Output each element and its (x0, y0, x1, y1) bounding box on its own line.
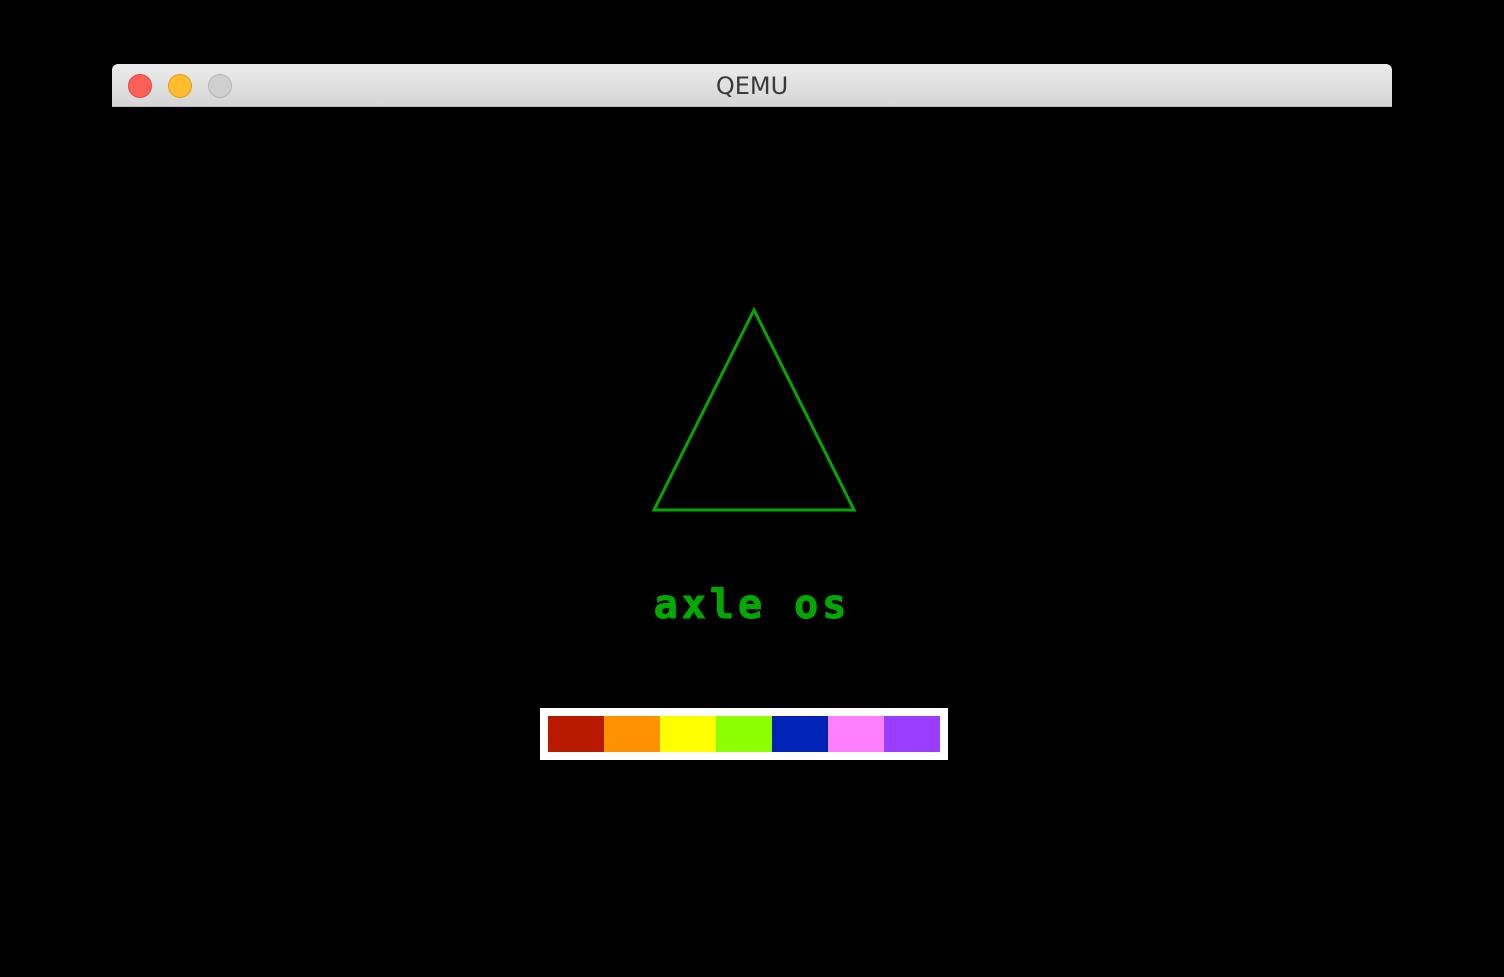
os-name-label: axle os (653, 582, 851, 629)
window-title: QEMU (715, 72, 789, 100)
color-segment-red (548, 716, 604, 752)
title-bar[interactable]: QEMU (112, 64, 1392, 107)
qemu-window: QEMU axle os (112, 64, 1392, 977)
triangle-outline (651, 306, 857, 512)
color-segment-pink (828, 716, 884, 752)
color-segment-purple (884, 716, 940, 752)
color-segment-green (716, 716, 772, 752)
color-segment-yellow (660, 716, 716, 752)
emulator-screen[interactable]: axle os (112, 107, 1392, 977)
color-segment-blue (772, 716, 828, 752)
boot-color-bar (540, 708, 948, 760)
triangle-logo-icon (651, 306, 857, 512)
color-segment-orange (604, 716, 660, 752)
